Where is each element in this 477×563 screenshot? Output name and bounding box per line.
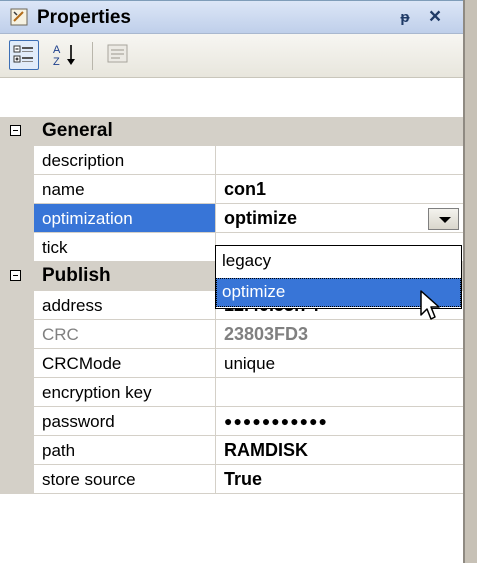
dropdown-button[interactable] — [428, 208, 459, 230]
dropdown-option[interactable]: legacy — [216, 247, 461, 276]
property-name: description — [42, 151, 125, 170]
pin-icon[interactable]: ᵽ — [396, 8, 414, 28]
property-name: name — [42, 180, 85, 199]
property-pages-icon — [107, 44, 128, 63]
property-name: CRCMode — [42, 354, 122, 373]
property-value[interactable]: ●●●●●●●●●●● — [216, 407, 465, 436]
property-row-crcmode[interactable]: CRCMode unique — [0, 349, 465, 378]
property-name: encryption key — [42, 383, 152, 402]
property-row-optimization[interactable]: optimization optimize — [0, 204, 465, 233]
property-name: store source — [42, 470, 136, 489]
category-general[interactable]: General — [0, 117, 465, 146]
property-name: tick — [42, 238, 68, 257]
property-name: optimization — [42, 209, 133, 228]
properties-panel: Properties ᵽ × A Z General description n… — [0, 0, 465, 563]
property-row-encryption-key[interactable]: encryption key — [0, 378, 465, 407]
property-row-password[interactable]: password ●●●●●●●●●●● — [0, 407, 465, 436]
panel-title-bar: Properties ᵽ × — [0, 0, 465, 34]
properties-toolbar: A Z — [0, 34, 465, 78]
panel-splitter[interactable] — [465, 0, 477, 563]
collapse-icon[interactable] — [10, 125, 21, 136]
property-value[interactable]: con1 — [216, 175, 465, 204]
category-label: General — [42, 120, 113, 141]
categorized-button[interactable] — [9, 40, 39, 70]
property-name: password — [42, 412, 115, 431]
property-pages-button[interactable] — [104, 40, 134, 70]
property-row-name[interactable]: name con1 — [0, 175, 465, 204]
toolbar-separator — [92, 42, 93, 70]
category-label: Publish — [42, 265, 111, 286]
property-value[interactable]: unique — [216, 349, 465, 378]
mouse-cursor-icon — [420, 290, 440, 320]
svg-text:A: A — [53, 44, 61, 56]
property-row-description[interactable]: description — [0, 146, 465, 175]
property-name: CRC — [42, 325, 79, 344]
property-value[interactable]: RAMDISK — [216, 436, 465, 465]
property-name: path — [42, 441, 76, 460]
categorized-icon — [13, 45, 33, 63]
property-row-store-source[interactable]: store source True — [0, 465, 465, 494]
property-row-path[interactable]: path RAMDISK — [0, 436, 465, 465]
alphabetical-icon: A Z — [53, 44, 75, 68]
collapse-icon[interactable] — [10, 270, 21, 281]
alphabetical-button[interactable]: A Z — [51, 40, 81, 70]
property-value[interactable]: 23803FD3 — [216, 320, 465, 349]
properties-icon — [10, 8, 28, 26]
property-row-crc[interactable]: CRC 23803FD3 — [0, 320, 465, 349]
property-value[interactable] — [216, 146, 465, 175]
property-value[interactable]: True — [216, 465, 465, 494]
svg-text:Z: Z — [53, 56, 60, 68]
property-name: address — [42, 296, 103, 315]
close-icon[interactable]: × — [424, 6, 446, 28]
chevron-down-icon — [439, 217, 451, 223]
property-value[interactable] — [216, 378, 465, 407]
panel-title: Properties — [37, 7, 131, 28]
